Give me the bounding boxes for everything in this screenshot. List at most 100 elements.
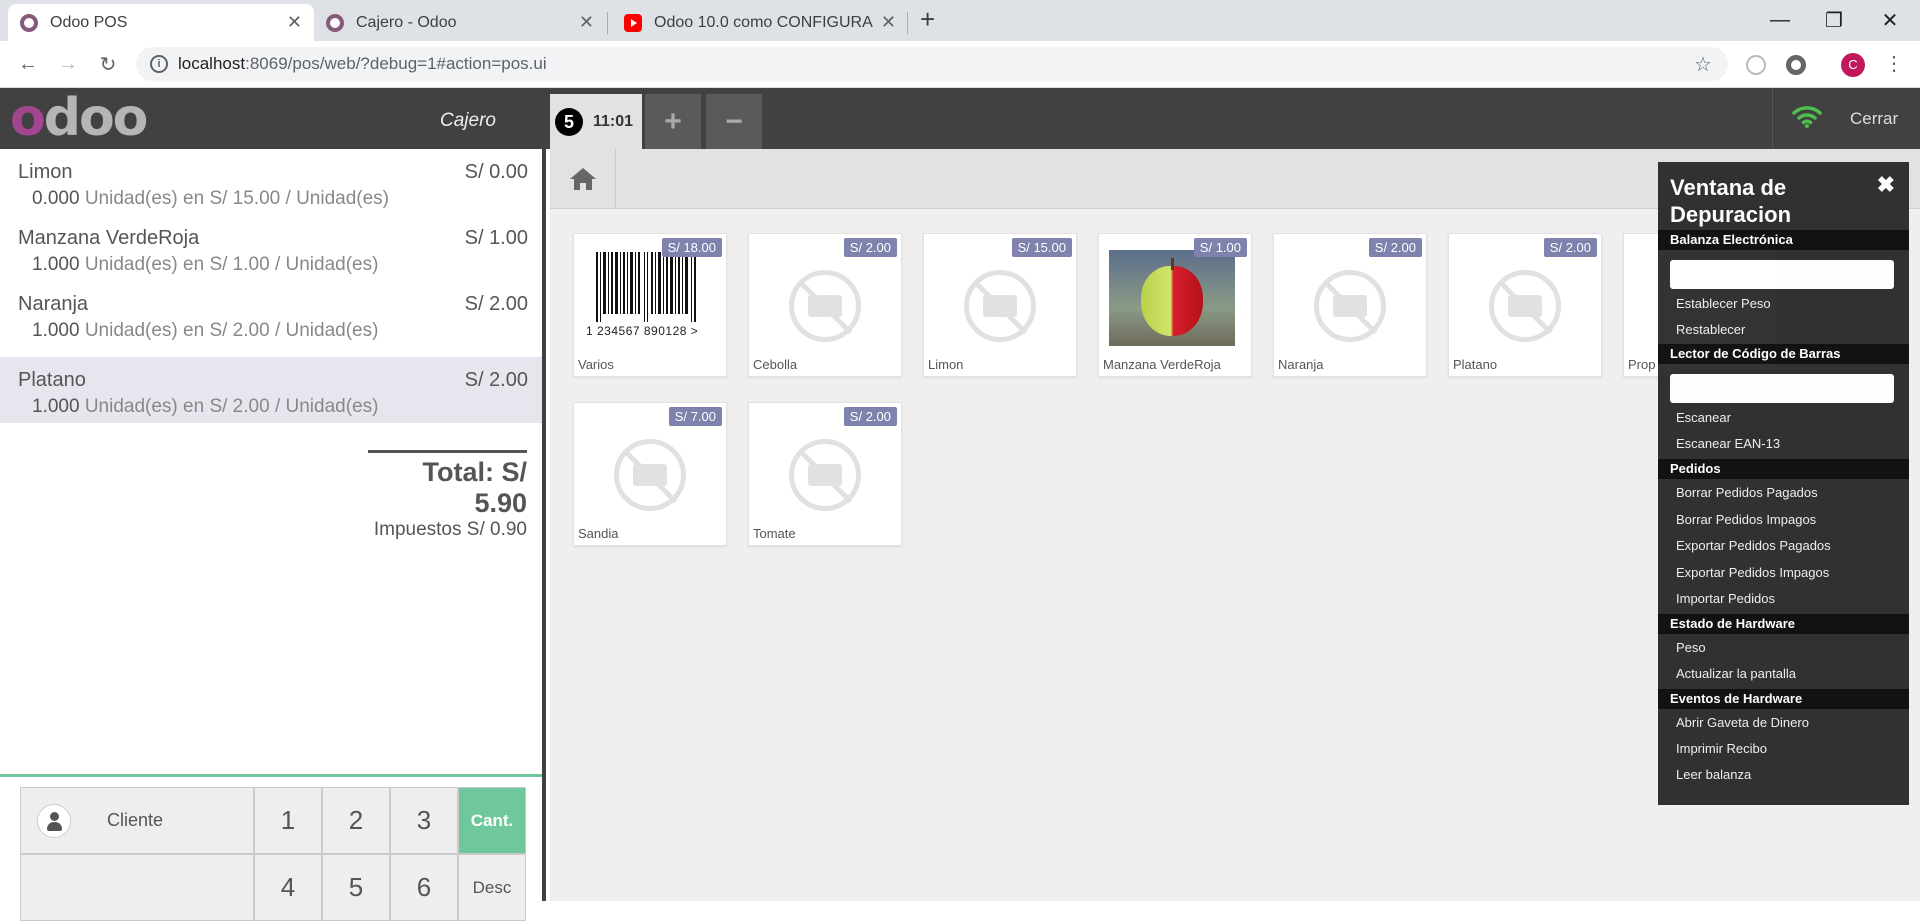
extension-icon[interactable]	[1786, 55, 1806, 75]
product-name: Manzana VerdeRoja	[1103, 357, 1221, 372]
product-price-tag: S/ 18.00	[661, 238, 722, 257]
profile-avatar[interactable]: C	[1841, 53, 1865, 77]
product-price-tag: S/ 2.00	[843, 238, 897, 257]
header-divider	[1772, 88, 1773, 149]
order-line-info: 1.000 Unidad(es) en S/ 2.00 / Unidad(es)	[32, 396, 379, 417]
scan-ean13-button[interactable]: Escanear EAN-13	[1658, 431, 1909, 457]
product-card[interactable]: S/ 1.00 Manzana VerdeRoja	[1098, 233, 1252, 377]
barcode-input[interactable]	[1670, 374, 1894, 403]
cashier-name[interactable]: Cajero	[440, 110, 496, 132]
product-card[interactable]: S/ 2.00 Cebolla	[748, 233, 902, 377]
new-tab-button[interactable]: +	[920, 4, 935, 35]
delete-unpaid-orders-button[interactable]: Borrar Pedidos Impagos	[1658, 507, 1909, 533]
product-card[interactable]: S/ 15.00 Limon	[923, 233, 1077, 377]
order-time: 11:01	[593, 112, 634, 130]
section-hardware-status: Estado de Hardware	[1658, 614, 1909, 634]
product-price-tag: S/ 1.00	[1193, 238, 1247, 257]
wifi-icon[interactable]	[1792, 104, 1822, 128]
back-arrow-icon[interactable]: ←	[14, 50, 42, 78]
order-line-name: Manzana VerdeRoja	[18, 227, 200, 249]
restore-window-button[interactable]: ❐	[1806, 0, 1862, 41]
no-image-camera-icon	[1489, 270, 1561, 342]
order-line[interactable]: Limon S/ 0.00 0.000 Unidad(es) en S/ 15.…	[0, 149, 542, 215]
numpad-key-1[interactable]: 1	[254, 787, 322, 854]
close-tab-icon[interactable]: ✕	[881, 12, 896, 33]
order-line-info: 1.000 Unidad(es) en S/ 1.00 / Unidad(es)	[32, 254, 379, 275]
product-card[interactable]: S/ 2.00 Tomate	[748, 402, 902, 546]
order-line[interactable]: Manzana VerdeRoja S/ 1.00 1.000 Unidad(e…	[0, 215, 542, 281]
customer-button[interactable]: Cliente	[20, 787, 254, 854]
reload-icon[interactable]: ↻	[94, 50, 122, 78]
set-weight-button[interactable]: Establecer Peso	[1658, 291, 1909, 317]
home-category-button[interactable]	[550, 149, 616, 209]
export-unpaid-orders-button[interactable]: Exportar Pedidos Impagos	[1658, 560, 1909, 586]
no-image-camera-icon	[614, 439, 686, 511]
browser-tab-bar: Odoo POS ✕ Cajero - Odoo ✕ Odoo 10.0 com…	[0, 0, 1920, 41]
numpad-key-5[interactable]: 5	[322, 854, 390, 921]
payment-button[interactable]	[20, 854, 254, 921]
bookmark-star-icon[interactable]: ☆	[1694, 52, 1712, 77]
add-order-button[interactable]: +	[645, 94, 701, 149]
minimize-window-button[interactable]: —	[1752, 0, 1808, 41]
import-orders-button[interactable]: Importar Pedidos	[1658, 586, 1909, 612]
product-card[interactable]: S/ 2.00 Platano	[1448, 233, 1602, 377]
browser-toolbar: ← → ↻ i localhost:8069/pos/web/?debug=1#…	[0, 41, 1920, 88]
order-taxes: Impuestos S/ 0.90	[373, 519, 527, 540]
order-line-info: 1.000 Unidad(es) en S/ 2.00 / Unidad(es)	[32, 320, 379, 341]
tab-title: Odoo POS	[50, 13, 128, 31]
scan-button[interactable]: Escanear	[1658, 405, 1909, 431]
numpad-top-border	[0, 774, 542, 777]
order-number-badge: 5	[555, 107, 583, 136]
open-cashbox-button[interactable]: Abrir Gaveta de Dinero	[1658, 710, 1909, 736]
no-image-camera-icon	[789, 439, 861, 511]
close-tab-icon[interactable]: ✕	[287, 12, 302, 33]
export-paid-orders-button[interactable]: Exportar Pedidos Pagados	[1658, 533, 1909, 559]
forward-arrow-icon[interactable]: →	[54, 50, 82, 78]
order-line-selected[interactable]: Platano S/ 2.00 1.000 Unidad(es) en S/ 2…	[0, 357, 542, 423]
order-line[interactable]: Naranja S/ 2.00 1.000 Unidad(es) en S/ 2…	[0, 281, 542, 347]
remove-order-button[interactable]: −	[706, 94, 762, 149]
tab-title: Odoo 10.0 como CONFIGURAR m	[654, 13, 873, 31]
delete-paid-orders-button[interactable]: Borrar Pedidos Pagados	[1658, 480, 1909, 506]
url-host: localhost	[178, 54, 246, 73]
address-bar[interactable]: i localhost:8069/pos/web/?debug=1#action…	[136, 47, 1728, 81]
product-photo	[1109, 250, 1235, 346]
close-tab-icon[interactable]: ✕	[579, 12, 594, 33]
no-image-camera-icon	[964, 270, 1036, 342]
read-scale-button[interactable]: Leer balanza	[1658, 762, 1909, 788]
tab-separator	[607, 12, 608, 34]
weight-status-button[interactable]: Peso	[1658, 635, 1909, 661]
order-tab-selected[interactable]: 5 11:01	[550, 94, 642, 149]
numpad-key-4[interactable]: 4	[254, 854, 322, 921]
mode-discount-button[interactable]: Desc	[458, 854, 526, 921]
tab-separator	[907, 12, 908, 34]
print-receipt-button[interactable]: Imprimir Recibo	[1658, 736, 1909, 762]
numpad-key-6[interactable]: 6	[390, 854, 458, 921]
odoo-logo: odoo	[10, 88, 148, 148]
numpad-key-3[interactable]: 3	[390, 787, 458, 854]
debug-window: Ventana de Depuracion ✖ Balanza Electrón…	[1658, 162, 1909, 805]
reset-weight-button[interactable]: Restablecer	[1658, 317, 1909, 343]
order-total: Total: S/ 5.90	[422, 457, 528, 518]
browser-tab-youtube[interactable]: Odoo 10.0 como CONFIGURAR m ✕	[612, 4, 908, 41]
refresh-screen-button[interactable]: Actualizar la pantalla	[1658, 661, 1909, 687]
customer-label: Cliente	[107, 810, 164, 830]
close-window-button[interactable]: ✕	[1862, 0, 1918, 41]
site-info-icon[interactable]: i	[150, 55, 168, 73]
browser-menu-icon[interactable]: ⋮	[1884, 51, 1904, 76]
order-line-name: Naranja	[18, 293, 89, 315]
close-icon[interactable]: ✖	[1877, 172, 1895, 198]
product-card[interactable]: S/ 2.00 Naranja	[1273, 233, 1427, 377]
scale-weight-input[interactable]	[1670, 260, 1894, 289]
close-pos-button[interactable]: Cerrar	[1850, 109, 1898, 129]
mode-quantity-button[interactable]: Cant.	[458, 787, 526, 854]
section-hardware-events: Eventos de Hardware	[1658, 689, 1909, 709]
browser-tab-cajero[interactable]: Cajero - Odoo ✕	[314, 4, 606, 41]
product-card[interactable]: 1 234567 890128 > S/ 18.00 Varios	[573, 233, 727, 377]
extension-icon[interactable]	[1746, 55, 1766, 75]
order-line-price: S/ 1.00	[464, 227, 528, 249]
browser-tab-odoo-pos[interactable]: Odoo POS ✕	[8, 4, 314, 41]
numpad-key-2[interactable]: 2	[322, 787, 390, 854]
no-image-camera-icon	[789, 270, 861, 342]
product-card[interactable]: S/ 7.00 Sandia	[573, 402, 727, 546]
